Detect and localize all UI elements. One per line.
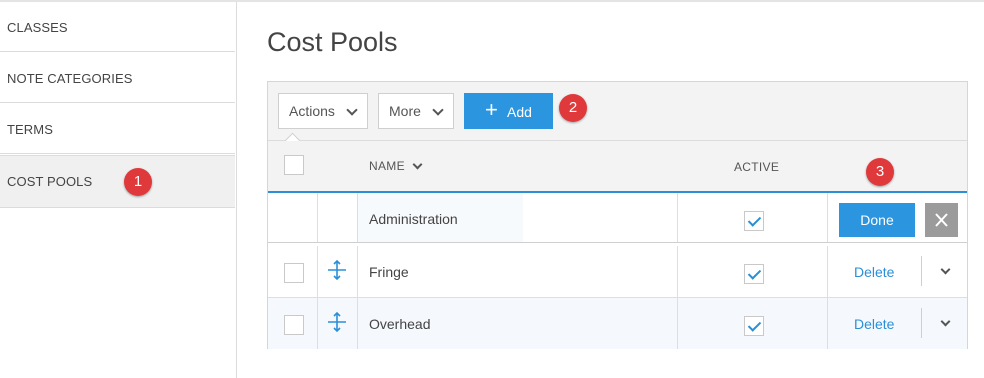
delete-link[interactable]: Delete	[854, 316, 894, 332]
sidebar-item-note-categories[interactable]: NOTE CATEGORIES	[0, 53, 235, 103]
delete-link[interactable]: Delete	[854, 264, 894, 280]
cell-divider	[317, 298, 318, 349]
more-dropdown[interactable]: More	[378, 93, 454, 129]
callout-badge-2: 2	[559, 94, 587, 122]
done-button[interactable]: Done	[839, 203, 915, 237]
cell-divider	[357, 246, 358, 297]
plus-icon: +	[485, 97, 498, 122]
action-separator	[921, 308, 922, 338]
row-checkbox[interactable]	[284, 263, 304, 283]
active-column-header: ACTIVE	[734, 160, 780, 174]
settings-sidebar: CLASSES NOTE CATEGORIES TERMS COST POOLS	[0, 2, 237, 378]
sidebar-item-label: CLASSES	[7, 20, 68, 35]
active-checkbox[interactable]	[744, 316, 764, 336]
sidebar-item-terms[interactable]: TERMS	[0, 104, 235, 154]
table-row: Fringe Delete	[268, 246, 967, 298]
cell-divider	[677, 298, 678, 349]
table-header: NAME ACTIVE	[268, 141, 967, 191]
select-all-checkbox[interactable]	[284, 155, 304, 175]
actions-label: Actions	[289, 103, 335, 119]
cell-divider	[677, 246, 678, 297]
cell-divider	[317, 246, 318, 297]
cell-divider	[317, 193, 318, 242]
callout-badge-3: 3	[866, 158, 894, 186]
cell-divider	[357, 298, 358, 349]
table-row-editing: Administration Done	[268, 191, 967, 243]
cost-pools-panel: Actions More + Add NAME ACTIVE Administr…	[267, 81, 968, 349]
active-checkbox[interactable]	[744, 211, 764, 231]
drag-handle-icon[interactable]	[327, 312, 347, 332]
cancel-button[interactable]	[925, 203, 958, 237]
callout-badge-1: 1	[124, 168, 152, 196]
sidebar-item-label: TERMS	[7, 122, 53, 137]
action-separator	[921, 256, 922, 286]
chevron-down-icon	[346, 104, 358, 116]
more-label: More	[389, 103, 421, 119]
add-button[interactable]: + Add	[464, 93, 553, 129]
chevron-down-icon	[432, 104, 444, 116]
chevron-down-icon[interactable]	[412, 159, 423, 170]
cell-divider	[677, 193, 678, 242]
row-name[interactable]: Administration	[369, 211, 458, 227]
drag-handle-icon[interactable]	[327, 260, 347, 280]
sidebar-item-label: COST POOLS	[7, 174, 93, 189]
row-checkbox[interactable]	[284, 315, 304, 335]
chevron-down-icon[interactable]	[940, 264, 951, 275]
cell-divider	[827, 193, 828, 242]
active-checkbox[interactable]	[744, 264, 764, 284]
cell-divider	[827, 246, 828, 297]
sidebar-item-label: NOTE CATEGORIES	[7, 71, 133, 86]
toolbar: Actions More + Add	[268, 82, 967, 149]
row-name: Fringe	[369, 264, 409, 280]
actions-dropdown[interactable]: Actions	[278, 93, 368, 129]
row-name: Overhead	[369, 316, 431, 332]
sidebar-item-cost-pools[interactable]: COST POOLS	[0, 155, 235, 208]
sidebar-item-classes[interactable]: CLASSES	[0, 2, 235, 52]
name-column-header[interactable]: NAME	[369, 159, 405, 173]
cell-divider	[827, 298, 828, 349]
close-icon	[935, 213, 948, 227]
add-label: Add	[507, 104, 532, 120]
chevron-down-icon[interactable]	[940, 316, 951, 327]
table-row: Overhead Delete	[268, 298, 967, 349]
page-title: Cost Pools	[267, 27, 398, 57]
